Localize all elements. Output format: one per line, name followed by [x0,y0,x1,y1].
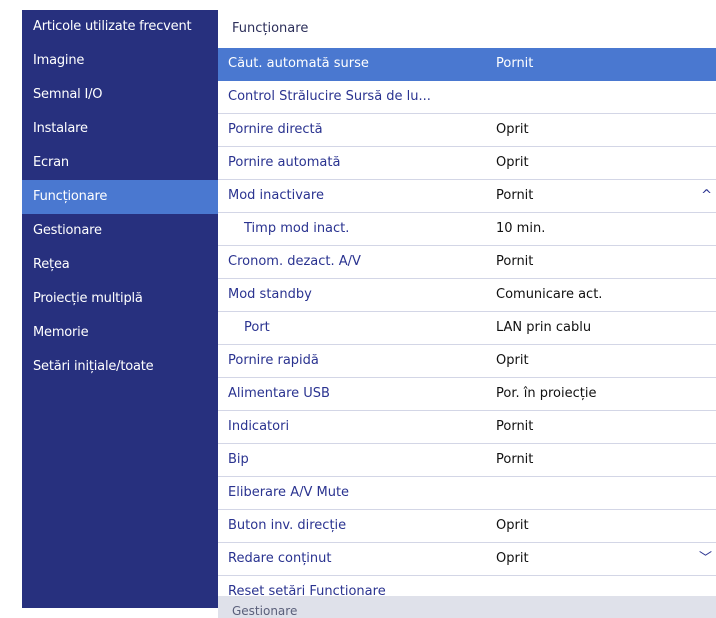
setting-row-pornire-automata[interactable]: Pornire automată Oprit [218,147,716,180]
setting-label: Redare conținut [228,551,332,566]
sidebar-item-instalare[interactable]: Instalare [22,112,218,146]
sidebar-item-gestionare[interactable]: Gestionare [22,214,218,248]
sidebar-item-retea[interactable]: Rețea [22,248,218,282]
setting-label: Pornire rapidă [228,353,319,368]
setting-row-cautare-automata-surse[interactable]: Căut. automată surse Pornit [218,48,716,81]
setting-label: Alimentare USB [228,386,330,401]
setting-row-control-stralucire[interactable]: Control Strălucire Sursă de lu... [218,81,716,114]
setting-label: Timp mod inact. [244,221,350,236]
setting-row-alimentare-usb[interactable]: Alimentare USB Por. în proiecție [218,378,716,411]
setting-value: Pornit [496,56,534,71]
sidebar-item-memorie[interactable]: Memorie [22,316,218,350]
setting-value: Oprit [496,518,529,533]
sidebar-item-ecran[interactable]: Ecran [22,146,218,180]
chevron-up-icon[interactable]: ^ [701,180,712,212]
setting-row-pornire-directa[interactable]: Pornire directă Oprit [218,114,716,147]
setting-label: Mod inactivare [228,188,324,203]
setting-label: Buton inv. direcție [228,518,347,533]
sidebar-item-semnal-io[interactable]: Semnal I/O [22,78,218,112]
setting-value: Pornit [496,188,534,203]
setting-row-indicatori[interactable]: Indicatori Pornit [218,411,716,444]
panel-title: Funcționare [218,10,716,49]
setting-value: Por. în proiecție [496,386,597,401]
setting-row-redare-continut[interactable]: Redare conținut Oprit ﹀ [218,543,716,576]
setting-value: Pornit [496,419,534,434]
setting-label: Port [244,320,270,335]
setting-row-cronom-dezact-av[interactable]: Cronom. dezact. A/V Pornit [218,246,716,279]
setting-value: Comunicare act. [496,287,603,302]
setting-row-mod-standby[interactable]: Mod standby Comunicare act. [218,279,716,312]
chevron-down-icon[interactable]: ﹀ [699,543,712,575]
setting-value: LAN prin cablu [496,320,592,335]
setting-value: Oprit [496,122,529,137]
next-section-footer: Gestionare [218,596,716,618]
setting-value: 10 min. [496,221,546,236]
setting-row-port[interactable]: Port LAN prin cablu [218,312,716,345]
setting-value: Oprit [496,155,529,170]
sidebar-item-functionare[interactable]: Funcționare [22,180,218,214]
sidebar-item-articole-frecvente[interactable]: Articole utilizate frecvent [22,10,218,44]
setting-value: Oprit [496,551,529,566]
setting-row-pornire-rapida[interactable]: Pornire rapidă Oprit [218,345,716,378]
sidebar: Articole utilizate frecvent Imagine Semn… [22,10,218,608]
setting-label: Mod standby [228,287,312,302]
setting-row-mod-inactivare[interactable]: Mod inactivare Pornit ^ [218,180,716,213]
setting-row-bip[interactable]: Bip Pornit [218,444,716,477]
sidebar-item-setari-initiale[interactable]: Setări inițiale/toate [22,350,218,384]
sidebar-item-proiectie-multipla[interactable]: Proiecție multiplă [22,282,218,316]
setting-row-buton-inv-directie[interactable]: Buton inv. direcție Oprit [218,510,716,543]
setting-label: Control Strălucire Sursă de lu... [228,89,431,104]
sidebar-item-imagine[interactable]: Imagine [22,44,218,78]
setting-label: Pornire directă [228,122,323,137]
setting-label: Indicatori [228,419,290,434]
setting-value: Pornit [496,452,534,467]
setting-label: Căut. automată surse [228,56,369,71]
setting-value: Oprit [496,353,529,368]
settings-panel: Funcționare Căut. automată surse Pornit … [218,10,716,618]
next-section-label: Gestionare [232,604,298,618]
setting-label: Pornire automată [228,155,341,170]
setting-label: Bip [228,452,249,467]
setting-value: Pornit [496,254,534,269]
settings-list: Căut. automată surse Pornit Control Stră… [218,48,716,609]
setting-label: Cronom. dezact. A/V [228,254,361,269]
setting-label: Eliberare A/V Mute [228,485,350,500]
setting-row-eliberare-av-mute[interactable]: Eliberare A/V Mute [218,477,716,510]
setting-row-timp-mod-inact[interactable]: Timp mod inact. 10 min. [218,213,716,246]
